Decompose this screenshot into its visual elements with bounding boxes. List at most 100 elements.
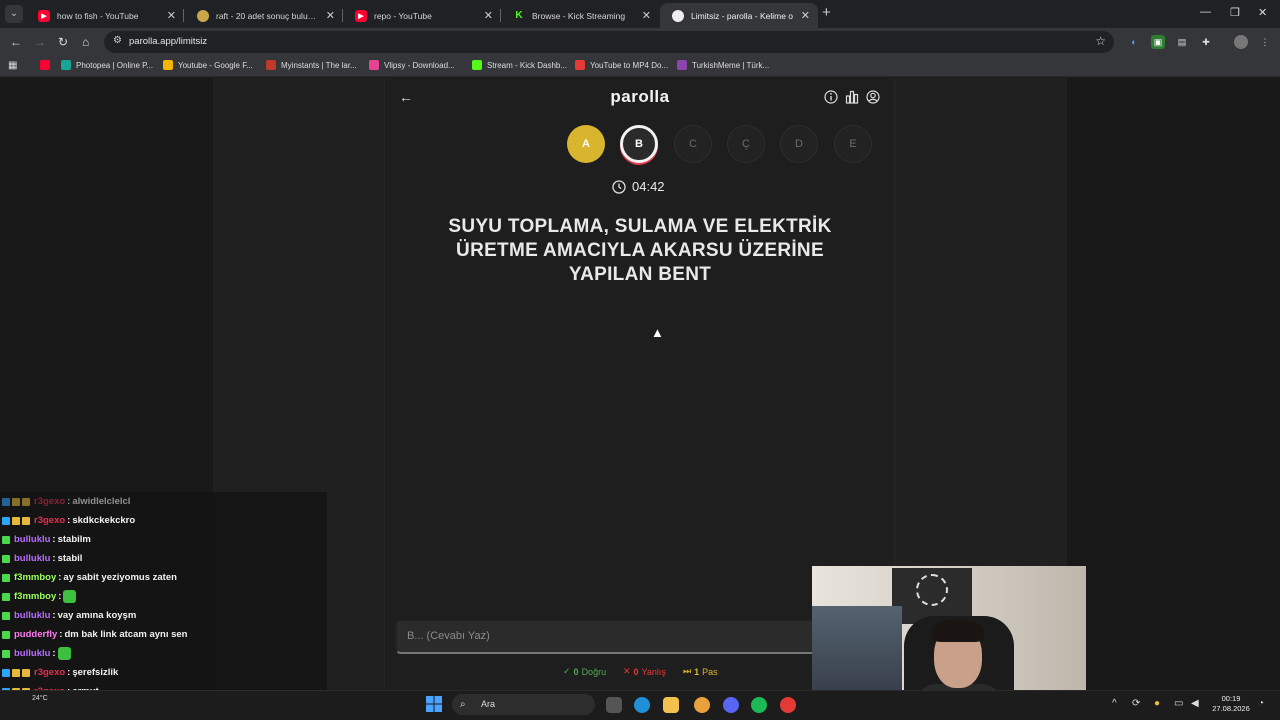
- close-icon[interactable]: ✕: [167, 9, 176, 22]
- bookmark-star-icon[interactable]: ☆: [1095, 34, 1106, 48]
- chat-username[interactable]: bulluklu: [14, 534, 50, 545]
- bookmark-myinstants[interactable]: Myinstants | The lar...: [266, 60, 357, 70]
- bookmark-youtube[interactable]: [40, 60, 50, 70]
- correct-count: 0: [573, 666, 579, 677]
- tab-title: how to fish - YouTube: [57, 10, 139, 21]
- close-icon[interactable]: ✕: [484, 9, 493, 22]
- back-arrow-icon[interactable]: ←: [399, 89, 413, 105]
- discord-icon[interactable]: [723, 697, 739, 713]
- task-view-icon[interactable]: [606, 697, 622, 713]
- bookmark-label: Youtube - Google F...: [178, 60, 253, 70]
- vip-badge-icon: [22, 497, 30, 506]
- chat-username[interactable]: bulluklu: [14, 648, 50, 659]
- tab-how-to-fish[interactable]: ▶ how to fish - YouTube ✕: [26, 3, 184, 28]
- close-icon[interactable]: ✕: [326, 9, 335, 22]
- parolla-icon: [672, 9, 684, 22]
- close-icon[interactable]: ✕: [801, 9, 810, 22]
- network-icon[interactable]: ▭: [1174, 698, 1183, 709]
- bookmark-vlipsy[interactable]: Vlipsy - Download...: [369, 60, 455, 70]
- tab-repo[interactable]: ▶ repo - YouTube ✕: [343, 3, 501, 28]
- question-text: SUYU TOPLAMA, SULAMA VE ELEKTRİK ÜRETME …: [448, 216, 832, 285]
- stats-chart-icon[interactable]: [845, 90, 859, 104]
- answer-input[interactable]: [395, 619, 825, 654]
- new-tab-button[interactable]: +: [822, 4, 831, 21]
- profile-avatar[interactable]: [1234, 35, 1248, 49]
- brand-logo[interactable]: parolla: [550, 87, 730, 107]
- chat-username[interactable]: r3gexo: [34, 667, 65, 678]
- chat-message: r3gexo : şerefsizlik: [2, 663, 118, 682]
- subscriber-badge-icon: [2, 611, 10, 620]
- tab-title: Browse - Kick Streaming: [532, 10, 626, 21]
- subscriber-badge-icon: [2, 649, 10, 658]
- bookmark-turkishmeme[interactable]: TurkishMeme | Türk...: [677, 60, 769, 70]
- chat-username[interactable]: f3mmboy: [14, 572, 56, 583]
- file-explorer-icon[interactable]: [663, 697, 679, 713]
- volume-icon[interactable]: ◀: [1191, 698, 1199, 709]
- vlipsy-icon: [369, 60, 379, 70]
- start-windows-icon[interactable]: [426, 696, 442, 712]
- extension-icon[interactable]: ▣: [1151, 35, 1165, 49]
- menu-kebab-icon[interactable]: ⋮: [1258, 35, 1272, 49]
- home-icon[interactable]: ⌂: [82, 35, 89, 49]
- subscriber-badge-icon: [2, 535, 10, 544]
- system-clock[interactable]: 00:19 27.08.2026: [1210, 694, 1252, 714]
- site-info-icon[interactable]: ⚙: [113, 35, 122, 46]
- bookmark-yt-mp4[interactable]: YouTube to MP4 Do...: [575, 60, 668, 70]
- tab-strip: ⌄ ▶ how to fish - YouTube ✕ raft - 20 ad…: [0, 0, 1280, 28]
- spotify-icon[interactable]: [751, 697, 767, 713]
- chat-username[interactable]: r3gexo: [34, 515, 65, 526]
- chat-username[interactable]: pudderfly: [14, 629, 57, 640]
- extensions-puzzle-icon[interactable]: ✚: [1199, 35, 1213, 49]
- chat-text: stabil: [57, 553, 83, 564]
- google-drive-icon: [163, 60, 173, 70]
- kick-icon: [472, 60, 482, 70]
- chat-separator: :: [52, 553, 56, 564]
- recording-app-icon[interactable]: [780, 697, 796, 713]
- chat-username[interactable]: bulluklu: [14, 610, 50, 621]
- bookmark-youtube-google[interactable]: Youtube - Google F...: [163, 60, 253, 70]
- bookmark-label: Photopea | Online P...: [76, 60, 154, 70]
- search-label: Ara: [481, 699, 496, 709]
- close-window-icon[interactable]: ✕: [1258, 6, 1267, 19]
- tray-overflow-icon[interactable]: ^: [1112, 698, 1117, 709]
- chat-username[interactable]: r3gexo: [34, 496, 65, 507]
- forward-icon[interactable]: →: [34, 35, 46, 49]
- tab-parolla[interactable]: Limitsiz - parolla - Kelime o ✕: [660, 3, 818, 28]
- bookmark-kick-dashboard[interactable]: Stream - Kick Dashb...: [472, 60, 567, 70]
- reload-icon[interactable]: ↻: [58, 35, 68, 49]
- apps-grid-icon[interactable]: ▦: [8, 60, 17, 71]
- bookmark-photopea[interactable]: Photopea | Online P...: [61, 60, 153, 70]
- taskbar-search[interactable]: ⌕ Ara: [452, 694, 595, 715]
- back-icon[interactable]: ←: [10, 35, 22, 49]
- edge-icon[interactable]: [634, 697, 650, 713]
- chrome-icon[interactable]: [694, 697, 710, 713]
- restore-icon[interactable]: ❐: [1230, 6, 1240, 19]
- verified-badge-icon: [2, 516, 10, 525]
- pass-count: 1: [694, 666, 700, 677]
- chat-message: pudderfly : dm bak link atcam aynı sen: [2, 625, 187, 644]
- microphone-icon[interactable]: ●: [1154, 698, 1160, 709]
- close-icon[interactable]: ✕: [642, 9, 651, 22]
- weather-widget[interactable]: 24°C: [32, 695, 48, 702]
- extension-icon[interactable]: ▤: [1175, 35, 1189, 49]
- search-icon: ⌕: [460, 699, 466, 710]
- wrong-label: Yanlış: [641, 666, 666, 677]
- tab-title: Limitsiz - parolla - Kelime o: [691, 10, 794, 21]
- sync-icon[interactable]: ⟳: [1132, 698, 1140, 709]
- minimize-icon[interactable]: —: [1200, 6, 1211, 18]
- chat-username[interactable]: f3mmboy: [14, 591, 56, 602]
- extension-icon[interactable]: ◖: [1126, 35, 1140, 49]
- user-profile-icon[interactable]: [866, 90, 880, 104]
- chat-separator: :: [58, 572, 62, 583]
- chat-separator: :: [59, 629, 63, 640]
- info-icon[interactable]: [824, 90, 838, 104]
- tab-search-button[interactable]: ⌄: [5, 5, 23, 23]
- chat-text: vay amına koyşm: [57, 610, 137, 621]
- tab-raft[interactable]: raft - 20 adet sonuç bulundu | F ✕: [185, 3, 343, 28]
- check-icon: ✓: [563, 666, 571, 676]
- tab-kick[interactable]: K Browse - Kick Streaming ✕: [501, 3, 659, 28]
- address-bar[interactable]: ⚙ parolla.app/limitsiz ☆: [104, 31, 1114, 53]
- stream-chat-overlay: r3gexo : alwidlelclelcl r3gexo : skdkckek…: [0, 492, 327, 720]
- notification-bell-icon[interactable]: ◔: [1258, 698, 1264, 709]
- chat-username[interactable]: bulluklu: [14, 553, 50, 564]
